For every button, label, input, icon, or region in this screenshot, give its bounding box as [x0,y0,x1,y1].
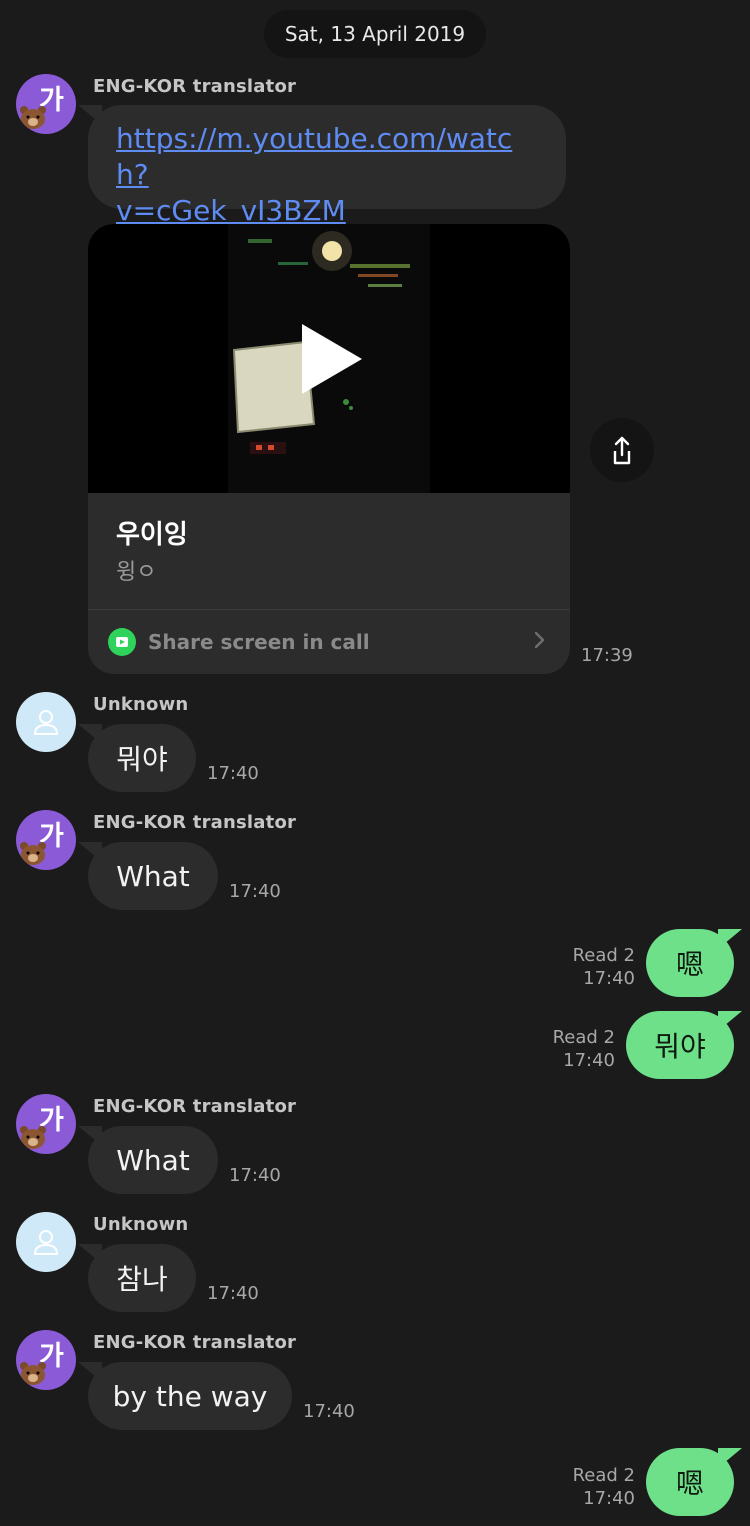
message-time: 17:39 [581,645,633,666]
bear-icon [20,1126,46,1149]
sender-name: ENG-KOR translator [93,1332,297,1353]
sender-name: ENG-KOR translator [93,812,297,833]
play-icon[interactable] [300,322,364,396]
sender-avatar[interactable]: 가 [16,74,76,134]
message-bubble[interactable]: 참나 [88,1244,196,1312]
sender-name: ENG-KOR translator [93,76,297,97]
message-bubble[interactable]: 뭐야 [88,724,196,792]
video-title: 우이잉 [116,520,188,550]
sender-name: ENG-KOR translator [93,1096,297,1117]
video-preview-card[interactable]: 우이잉 윙ㅇ Share screen in call [88,224,570,674]
sender-avatar[interactable]: 가 [16,1330,76,1390]
message-link[interactable]: https://m.youtube.com/watch? v=cGek_vI3B… [116,122,512,227]
video-thumbnail[interactable] [88,224,570,493]
message-time: 17:40 [207,1283,259,1304]
message-bubble[interactable]: 嗯 [646,929,734,997]
message-bubble[interactable]: 뭐야 [626,1011,734,1079]
sender-avatar[interactable] [16,1212,76,1272]
sender-avatar[interactable]: 가 [16,810,76,870]
link-message-bubble[interactable]: https://m.youtube.com/watch? v=cGek_vI3B… [88,105,566,227]
person-icon [34,710,58,735]
date-divider: Sat, 13 April 2019 [264,10,486,58]
sender-avatar[interactable]: 가 [16,1094,76,1154]
bear-icon [20,106,46,129]
share-screen-row[interactable]: Share screen in call [88,610,570,674]
sender-name: Unknown [93,1214,189,1235]
bear-icon [20,1362,46,1385]
read-receipt: Read 2 17:40 [572,1465,635,1509]
sender-name: Unknown [93,694,189,715]
message-time: 17:40 [207,763,259,784]
sender-avatar[interactable] [16,692,76,752]
message-bubble[interactable]: What [88,842,218,910]
message-time: 17:40 [303,1401,355,1422]
message-time: 17:40 [229,1165,281,1186]
share-button[interactable] [590,418,654,482]
share-screen-label: Share screen in call [148,630,370,654]
message-time: 17:40 [229,881,281,902]
person-icon [34,1230,58,1255]
share-icon [613,436,631,465]
share-screen-icon [108,628,136,656]
video-subtitle: 윙ㅇ [116,560,157,585]
message-bubble[interactable]: 嗯 [646,1448,734,1516]
read-receipt: Read 2 17:40 [552,1027,615,1071]
bear-icon [20,842,46,865]
message-bubble[interactable]: What [88,1126,218,1194]
chevron-right-icon [534,631,545,649]
message-bubble[interactable]: by the way [88,1362,292,1430]
read-receipt: Read 2 17:40 [572,945,635,989]
